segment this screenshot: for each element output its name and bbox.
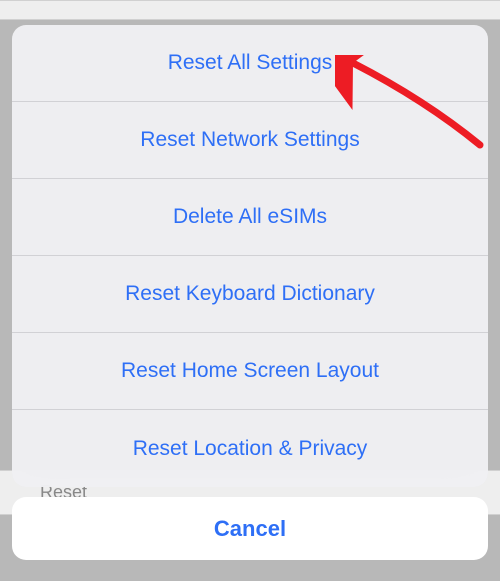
reset-location-privacy-item[interactable]: Reset Location & Privacy	[12, 410, 488, 487]
background-row-top	[0, 0, 500, 20]
cancel-label: Cancel	[214, 516, 286, 542]
item-label: Delete All eSIMs	[173, 205, 327, 229]
delete-esims-item[interactable]: Delete All eSIMs	[12, 179, 488, 256]
action-sheet-container: Reset All Settings Reset Network Setting…	[12, 25, 488, 568]
item-label: Reset All Settings	[168, 51, 333, 75]
reset-home-screen-layout-item[interactable]: Reset Home Screen Layout	[12, 333, 488, 410]
reset-all-settings-item[interactable]: Reset All Settings	[12, 25, 488, 102]
item-label: Reset Keyboard Dictionary	[125, 282, 375, 306]
item-label: Reset Network Settings	[140, 128, 359, 152]
item-label: Reset Location & Privacy	[133, 437, 368, 461]
reset-keyboard-dictionary-item[interactable]: Reset Keyboard Dictionary	[12, 256, 488, 333]
action-sheet: Reset All Settings Reset Network Setting…	[12, 25, 488, 487]
item-label: Reset Home Screen Layout	[121, 359, 379, 383]
cancel-button[interactable]: Cancel	[12, 497, 488, 560]
reset-network-settings-item[interactable]: Reset Network Settings	[12, 102, 488, 179]
